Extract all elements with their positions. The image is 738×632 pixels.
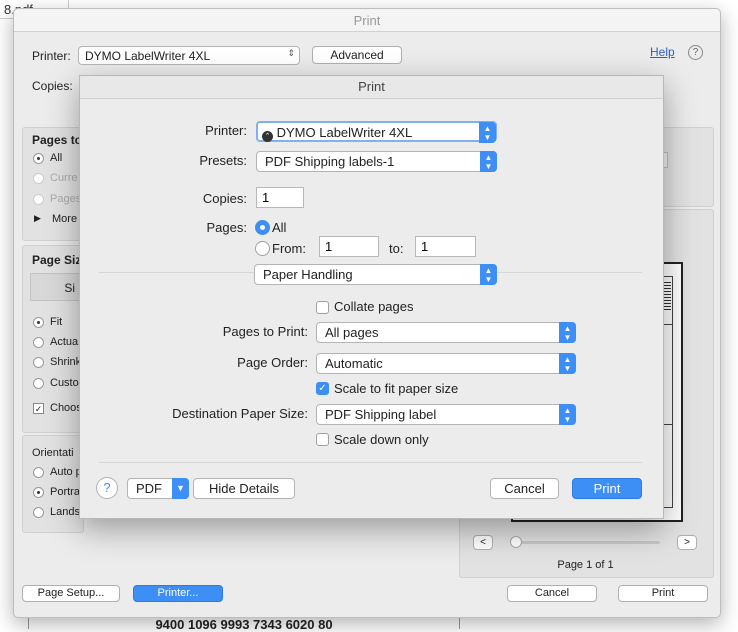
updown-arrows-icon: ▲ ▼ [480, 151, 497, 172]
printer-status-icon: ⌃ [262, 131, 273, 142]
hide-details-button[interactable]: Hide Details [193, 478, 295, 499]
outer-print-button[interactable]: Print [618, 585, 708, 602]
scale-down-checkbox[interactable] [316, 433, 329, 446]
pdf-menu-button[interactable]: PDF ▼ [127, 478, 189, 499]
pages-range-radio[interactable] [33, 194, 44, 205]
page-order-popup[interactable]: Automatic ▲ ▼ [316, 353, 576, 374]
disclosure-triangle-icon[interactable]: ▶ [34, 213, 41, 224]
pages-to-print-value: All pages [325, 325, 379, 340]
updown-arrows-icon: ▲ ▼ [480, 264, 497, 285]
choose-checkbox[interactable]: ✓ [33, 403, 44, 414]
destination-paper-label: Destination Paper Size: [172, 406, 308, 421]
scale-to-fit-checkbox[interactable]: ✓ [316, 382, 329, 395]
copies-label: Copies: [202, 191, 247, 206]
orientation-portrait-radio[interactable] [33, 487, 44, 498]
cancel-button[interactable]: Cancel [490, 478, 559, 499]
next-page-button[interactable]: > [677, 535, 697, 550]
pages-to-field[interactable] [415, 236, 476, 257]
print-sheet: Print Printer: ⌃ DYMO LabelWriter 4XL ▲ ▼… [79, 75, 664, 519]
help-button[interactable]: ? [96, 477, 118, 499]
section-popup[interactable]: Paper Handling ▲ ▼ [254, 264, 497, 285]
sizing-fit-label: Fit [50, 316, 63, 328]
presets-value: PDF Shipping labels-1 [265, 154, 395, 169]
outer-dialog-title: Print [353, 13, 381, 28]
choose-label: Choos [50, 402, 82, 414]
outer-copies-label: Copies: [32, 79, 73, 93]
sizing-fit-radio[interactable] [33, 317, 44, 328]
chevron-down-icon: ▼ [172, 478, 189, 499]
sheet-printer-popup[interactable]: ⌃ DYMO LabelWriter 4XL ▲ ▼ [256, 121, 497, 143]
updown-arrows-icon: ▲ ▼ [559, 404, 576, 425]
section-value: Paper Handling [263, 267, 353, 282]
sizing-actual-label: Actua [50, 336, 79, 348]
scale-to-fit-label: Scale to fit paper size [334, 381, 459, 396]
presets-popup[interactable]: PDF Shipping labels-1 ▲ ▼ [256, 151, 497, 172]
page-setup-button[interactable]: Page Setup... [22, 585, 120, 602]
page-slider-thumb[interactable] [510, 536, 522, 548]
pages-all-radio[interactable] [255, 220, 270, 235]
page-sizing-heading: Page Siz [32, 253, 82, 267]
more-options-label[interactable]: More [52, 213, 77, 225]
orientation-portrait-label: Portra [50, 486, 80, 498]
collate-checkbox[interactable] [316, 301, 329, 314]
collate-label: Collate pages [334, 299, 414, 314]
orientation-heading: Orientati [32, 447, 74, 459]
scale-down-label: Scale down only [334, 432, 429, 447]
updown-arrows-icon: ▲ ▼ [559, 353, 576, 374]
presets-label: Presets: [199, 153, 247, 168]
page-order-label: Page Order: [237, 355, 308, 370]
pages-label: Pages: [206, 220, 247, 235]
help-link[interactable]: Help [650, 45, 675, 59]
page-indicator: Page 1 of 1 [557, 559, 614, 571]
updown-arrows-icon: ▲ ▼ [559, 322, 576, 343]
pages-all-label: All [50, 152, 63, 164]
outer-printer-label: Printer: [32, 49, 71, 63]
footer-separator [99, 462, 642, 463]
page-slider-track[interactable] [512, 541, 660, 544]
pdf-button-label: PDF [136, 481, 162, 496]
sheet-printer-label: Printer: [205, 123, 247, 138]
pages-all-label: All [272, 220, 287, 235]
updown-arrows-icon: ⇕ [287, 48, 295, 58]
sheet-printer-value: DYMO LabelWriter 4XL [276, 125, 413, 140]
pages-from-label: From: [272, 241, 306, 256]
pages-current-radio[interactable] [33, 173, 44, 184]
sheet-title: Print [358, 79, 385, 94]
pages-all-radio[interactable] [33, 153, 44, 164]
pages-to-print-label: Pages to Print: [222, 324, 308, 339]
question-circle-icon[interactable]: ? [688, 45, 703, 60]
previous-page-button[interactable]: < [473, 535, 493, 550]
print-button[interactable]: Print [572, 478, 642, 499]
sizing-shrink-radio[interactable] [33, 357, 44, 368]
outer-printer-value: DYMO LabelWriter 4XL [85, 49, 211, 63]
outer-printer-select[interactable]: DYMO LabelWriter 4XL ⇕ [78, 46, 300, 65]
destination-paper-value: PDF Shipping label [325, 407, 437, 422]
sizing-custom-label: Custo [50, 377, 79, 389]
sizing-actual-radio[interactable] [33, 337, 44, 348]
pages-from-field[interactable] [319, 236, 379, 257]
size-tab-button[interactable]: Si [30, 273, 82, 301]
updown-arrows-icon: ▲ ▼ [479, 122, 496, 143]
orientation-auto-radio[interactable] [33, 467, 44, 478]
orientation-auto-label: Auto p [50, 466, 82, 478]
pages-to-print-heading: Pages to [32, 133, 83, 147]
pages-from-radio[interactable] [255, 241, 270, 256]
copies-field[interactable] [256, 187, 304, 208]
orientation-landscape-label: Lands [50, 506, 80, 518]
pages-to-print-popup[interactable]: All pages ▲ ▼ [316, 322, 576, 343]
sizing-custom-radio[interactable] [33, 378, 44, 389]
destination-paper-popup[interactable]: PDF Shipping label ▲ ▼ [316, 404, 576, 425]
sizing-shrink-label: Shrink [50, 356, 82, 368]
printer-button[interactable]: Printer... [133, 585, 223, 602]
pages-to-label: to: [389, 241, 404, 256]
orientation-landscape-radio[interactable] [33, 507, 44, 518]
pages-current-label: Curre [50, 172, 78, 184]
advanced-button[interactable]: Advanced [312, 46, 402, 64]
outer-cancel-button[interactable]: Cancel [507, 585, 597, 602]
pages-range-label: Pages [50, 193, 82, 205]
page-order-value: Automatic [325, 356, 383, 371]
